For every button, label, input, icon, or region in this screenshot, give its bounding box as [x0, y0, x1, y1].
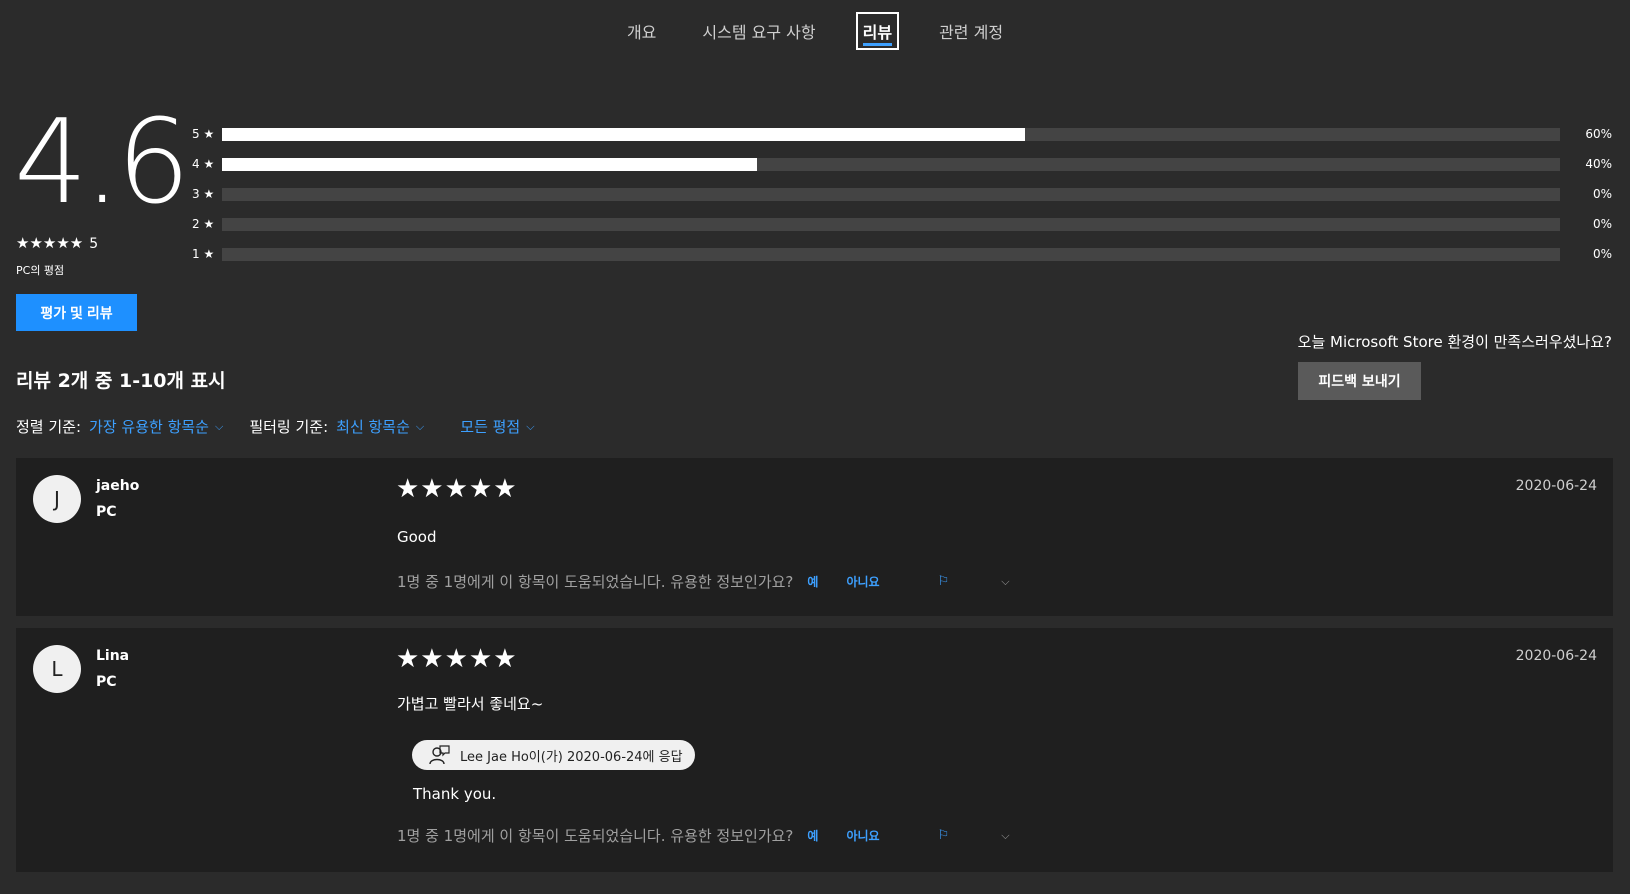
helpful-text: 1명 중 1명에게 이 항목이 도움되었습니다. 유용한 정보인가요? — [397, 827, 794, 845]
rating-bar-row: 5 ★ 60% — [192, 119, 1612, 149]
bar-track — [222, 187, 1560, 201]
bar-fill — [222, 157, 758, 171]
average-rating: 4.6 — [14, 95, 190, 230]
rating-distribution: 5 ★ 60% 4 ★ 40% 3 ★ 0% 2 ★ 0% 1 ★ 0% — [192, 119, 1612, 269]
review-filters: 정렬 기준: 가장 유용한 항목순 ⌵ 필터링 기준: 최신 항목순 ⌵ 모든 … — [16, 416, 535, 437]
filter-dropdown[interactable]: 필터링 기준: 최신 항목순 ⌵ — [249, 416, 424, 437]
helpful-row: 1명 중 1명에게 이 항목이 도움되었습니다. 유용한 정보인가요? 예 아니… — [397, 825, 1010, 846]
bar-label: 2 ★ — [192, 217, 215, 231]
review-date: 2020-06-24 — [1515, 648, 1597, 664]
review-stars: ★★★★★ — [396, 644, 518, 674]
bar-track — [222, 127, 1560, 141]
bar-label: 4 ★ — [192, 157, 215, 171]
helpful-yes-button[interactable]: 예 — [807, 573, 818, 590]
filter-value[interactable]: 최신 항목순 — [336, 416, 410, 437]
bar-percent: 0% — [1592, 247, 1612, 261]
tab-reviews[interactable]: 리뷰 — [855, 12, 900, 50]
avatar: J — [33, 475, 81, 523]
developer-reply-icon — [429, 745, 450, 765]
chevron-down-icon[interactable]: ⌵ — [1001, 829, 1009, 843]
reviewer-platform: PC — [96, 674, 117, 690]
bar-label: 3 ★ — [192, 187, 215, 201]
rating-bar-row: 1 ★ 0% — [192, 239, 1612, 269]
avatar: L — [33, 645, 81, 693]
star-icons: ★★★★★ — [16, 234, 84, 252]
tab-related[interactable]: 관련 계정 — [933, 13, 1009, 49]
bar-label: 5 ★ — [192, 127, 215, 141]
sort-value[interactable]: 가장 유용한 항목순 — [89, 416, 209, 437]
flag-icon[interactable]: ⚐ — [938, 828, 950, 843]
filter-label: 필터링 기준: — [249, 418, 329, 436]
bar-label: 1 ★ — [192, 247, 215, 261]
send-feedback-button[interactable]: 피드백 보내기 — [1298, 362, 1421, 400]
review-stars: ★★★★★ — [396, 474, 518, 504]
rating-bar-row: 2 ★ 0% — [192, 209, 1612, 239]
bar-percent: 60% — [1585, 127, 1612, 141]
flag-icon[interactable]: ⚐ — [938, 574, 950, 589]
helpful-text: 1명 중 1명에게 이 항목이 도움되었습니다. 유용한 정보인가요? — [397, 573, 794, 591]
rating-filter-value[interactable]: 모든 평점 — [460, 416, 520, 437]
rating-stars: ★★★★★ 5 — [16, 234, 98, 252]
chevron-down-icon[interactable]: ⌵ — [416, 420, 424, 434]
review-card: J jaeho PC ★★★★★ 2020-06-24 Good 1명 중 1명… — [16, 458, 1613, 616]
pc-rating-label: PC의 평점 — [16, 264, 65, 277]
reviewer-platform: PC — [96, 504, 117, 520]
review-date: 2020-06-24 — [1515, 478, 1597, 494]
rating-count: 5 — [89, 236, 99, 252]
bar-track — [222, 217, 1560, 231]
reviewer-name: jaeho — [96, 478, 140, 494]
rate-and-review-button[interactable]: 평가 및 리뷰 — [16, 294, 137, 331]
tab-system-requirements[interactable]: 시스템 요구 사항 — [696, 13, 821, 49]
helpful-no-button[interactable]: 아니요 — [846, 573, 879, 590]
rating-bar-row: 4 ★ 40% — [192, 149, 1612, 179]
helpful-yes-button[interactable]: 예 — [807, 827, 818, 844]
rating-bar-row: 3 ★ 0% — [192, 179, 1612, 209]
review-text: Good — [397, 528, 437, 546]
bar-track — [222, 247, 1560, 261]
chevron-down-icon[interactable]: ⌵ — [215, 420, 223, 434]
bar-percent: 0% — [1592, 187, 1612, 201]
review-text: 가볍고 빨라서 좋네요~ — [397, 695, 544, 713]
bar-fill — [222, 127, 1025, 141]
review-card: L Lina PC ★★★★★ 2020-06-24 가볍고 빨라서 좋네요~ … — [16, 628, 1613, 872]
rating-filter-dropdown[interactable]: 모든 평점 ⌵ — [460, 416, 534, 437]
developer-reply-badge[interactable]: Lee Jae Ho이(가) 2020-06-24에 응답 — [412, 740, 695, 770]
sort-label: 정렬 기준: — [16, 418, 82, 436]
chevron-down-icon[interactable]: ⌵ — [1001, 575, 1009, 589]
section-tabs: 개요 시스템 요구 사항 리뷰 관련 계정 — [0, 0, 1630, 62]
reviewer-name: Lina — [96, 648, 130, 664]
bar-track — [222, 157, 1560, 171]
tab-overview[interactable]: 개요 — [621, 13, 662, 49]
developer-reply-text: Thank you. — [413, 785, 497, 803]
helpful-row: 1명 중 1명에게 이 항목이 도움되었습니다. 유용한 정보인가요? 예 아니… — [397, 571, 1010, 592]
feedback-question: 오늘 Microsoft Store 환경이 만족스러우셨나요? — [1297, 333, 1612, 351]
helpful-no-button[interactable]: 아니요 — [846, 827, 879, 844]
sort-dropdown[interactable]: 정렬 기준: 가장 유용한 항목순 ⌵ — [16, 416, 223, 437]
bar-percent: 0% — [1592, 217, 1612, 231]
chevron-down-icon[interactable]: ⌵ — [526, 420, 534, 434]
bar-percent: 40% — [1585, 157, 1612, 171]
reply-pill-text: Lee Jae Ho이(가) 2020-06-24에 응답 — [460, 749, 683, 765]
review-count-heading: 리뷰 2개 중 1-10개 표시 — [16, 370, 226, 392]
